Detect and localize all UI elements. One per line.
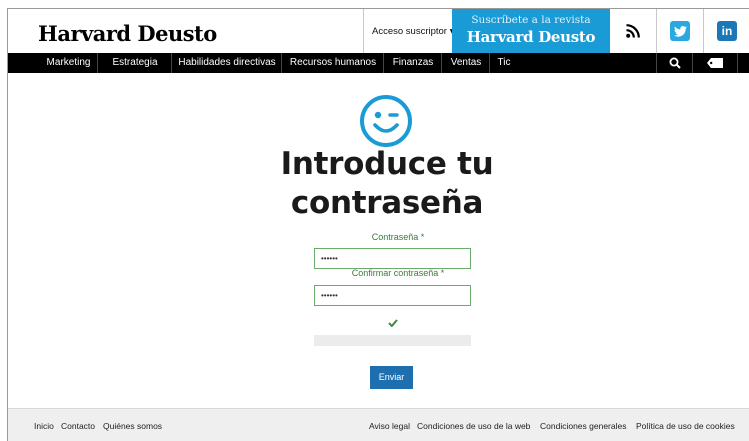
password-field[interactable]: ••••••: [314, 248, 471, 269]
twitter-button[interactable]: [657, 9, 703, 53]
required-mark: *: [440, 268, 445, 278]
site-logo[interactable]: Harvard Deusto: [38, 21, 217, 46]
check-icon: [388, 319, 398, 327]
footer-link-quienes-somos[interactable]: Quiénes somos: [103, 421, 162, 431]
linkedin-button[interactable]: in: [704, 9, 749, 53]
confirm-password-field[interactable]: ••••••: [314, 285, 471, 306]
nav-item-ventas[interactable]: Ventas: [443, 53, 490, 73]
password-label: Contraseña *: [308, 232, 488, 242]
browser-page: Harvard Deusto Acceso suscriptor ▾ Suscr…: [7, 8, 749, 441]
title-line1: Introduce tu: [280, 146, 494, 182]
search-button[interactable]: [656, 53, 692, 73]
twitter-icon: [670, 21, 690, 41]
rss-icon: [626, 24, 640, 38]
confirm-password-value: ••••••: [321, 291, 338, 300]
nav-item-finanzas[interactable]: Finanzas: [385, 53, 442, 73]
page-title: Introduce tu contraseña: [188, 145, 586, 223]
confirm-password-label: Confirmar contraseña *: [308, 268, 488, 278]
footer-link-condiciones-generales[interactable]: Condiciones generales: [540, 421, 626, 431]
subscriber-access-dropdown[interactable]: Acceso suscriptor ▾: [372, 26, 454, 37]
subscribe-line2: Harvard Deusto: [466, 28, 596, 46]
password-label-text: Contraseña: [371, 232, 419, 242]
smiley-wink-icon: [360, 95, 412, 147]
site-footer: Inicio Contacto Quiénes somos Aviso lega…: [8, 408, 749, 441]
linkedin-glyph: in: [721, 24, 733, 38]
footer-link-contacto[interactable]: Contacto: [61, 421, 95, 431]
submit-button[interactable]: Enviar: [370, 366, 413, 389]
footer-link-condiciones-uso-web[interactable]: Condiciones de uso de la web: [417, 421, 530, 431]
search-icon: [669, 57, 681, 69]
nav-item-habilidades-directivas[interactable]: Habilidades directivas: [173, 53, 282, 73]
footer-link-aviso-legal[interactable]: Aviso legal: [369, 421, 410, 431]
subscribe-line1: Suscríbete a la revista: [471, 14, 591, 26]
header-divider: [363, 9, 364, 53]
linkedin-icon: in: [717, 21, 737, 41]
nav-item-marketing[interactable]: Marketing: [40, 53, 98, 73]
tag-icon: [707, 58, 723, 68]
footer-link-inicio[interactable]: Inicio: [34, 421, 54, 431]
nav-item-recursos-humanos[interactable]: Recursos humanos: [283, 53, 384, 73]
title-line2: contraseña: [290, 185, 484, 221]
subscriber-access-label: Acceso suscriptor: [372, 26, 447, 37]
confirm-label-text: Confirmar contraseña: [351, 268, 439, 278]
tags-button[interactable]: [692, 53, 738, 73]
main-nav: Marketing Estrategia Habilidades directi…: [8, 53, 749, 73]
password-value: ••••••: [321, 254, 338, 263]
nav-item-estrategia[interactable]: Estrategia: [99, 53, 172, 73]
rss-button[interactable]: [610, 9, 656, 53]
password-strength-bar: [314, 335, 471, 346]
footer-link-politica-cookies[interactable]: Política de uso de cookies: [636, 421, 735, 431]
subscribe-banner[interactable]: Suscríbete a la revista Harvard Deusto: [452, 9, 610, 53]
site-header: Harvard Deusto Acceso suscriptor ▾ Suscr…: [8, 9, 749, 53]
nav-item-tic[interactable]: Tic: [491, 53, 517, 73]
required-mark: *: [420, 232, 425, 242]
